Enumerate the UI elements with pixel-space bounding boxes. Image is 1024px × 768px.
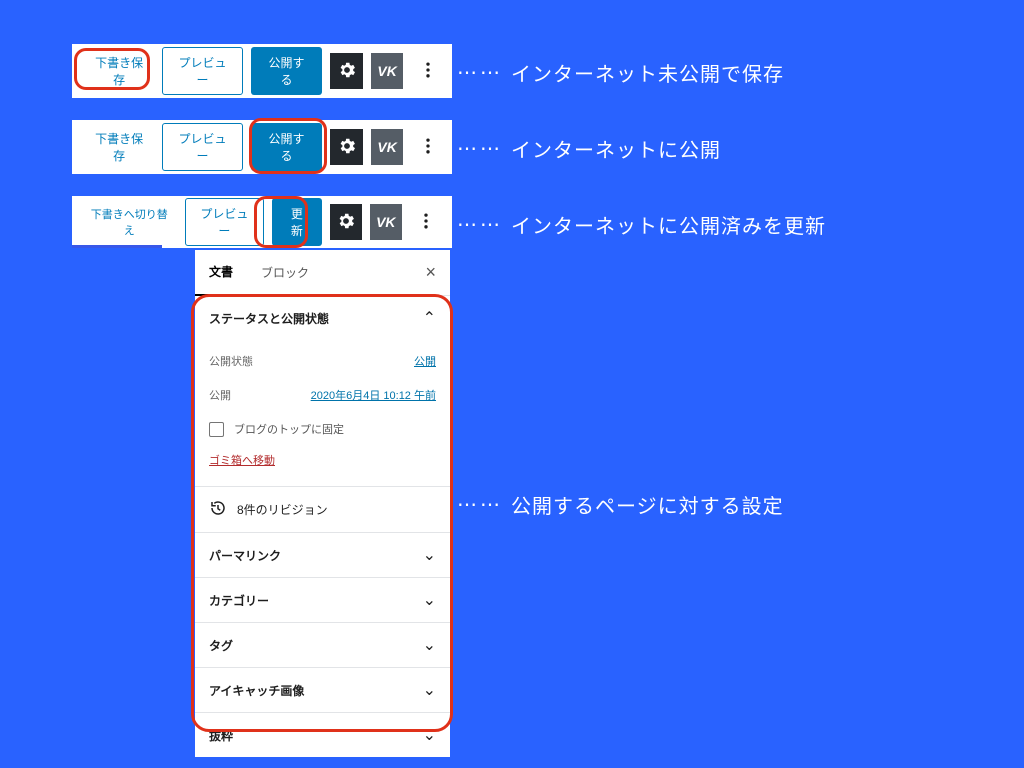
section-featured-image[interactable]: アイキャッチ画像 ⌄ (195, 667, 450, 712)
row-visibility: 公開状態 公開 (209, 344, 436, 378)
sticky-label: ブログのトップに固定 (234, 421, 344, 437)
section-title: 抜粋 (209, 727, 233, 744)
callout-row2: ⋯⋯ インターネットに公開 (457, 134, 721, 163)
chevron-down-icon: ⌄ (423, 680, 436, 700)
section-excerpt[interactable]: 抜粋 ⌄ (195, 712, 450, 757)
callout-text: インターネット未公開で保存 (511, 58, 784, 87)
section-status-body: 公開状態 公開 公開 2020年6月4日 10:12 午前 ブログのトップに固定… (195, 340, 450, 486)
publish-button[interactable]: 公開する (251, 123, 322, 171)
switch-to-draft-button[interactable]: 下書きへ切り替え (82, 200, 177, 244)
section-tags[interactable]: タグ ⌄ (195, 622, 450, 667)
chevron-down-icon: ⌄ (423, 725, 436, 745)
dots-icon (416, 211, 436, 234)
more-button[interactable] (411, 129, 444, 165)
update-button[interactable]: 更新 (272, 198, 321, 246)
vk-icon: VK (376, 214, 395, 230)
callout-row1: ⋯⋯ インターネット未公開で保存 (457, 58, 784, 87)
section-title: アイキャッチ画像 (209, 682, 304, 699)
vk-icon: VK (377, 139, 396, 155)
section-title: カテゴリー (209, 592, 269, 609)
chevron-up-icon: ⌃ (423, 308, 436, 328)
move-to-trash-link[interactable]: ゴミ箱へ移動 (209, 446, 275, 474)
section-categories[interactable]: カテゴリー ⌄ (195, 577, 450, 622)
preview-button[interactable]: プレビュー (162, 123, 242, 171)
vk-button[interactable]: VK (371, 129, 404, 165)
preview-button[interactable]: プレビュー (162, 47, 242, 95)
gear-icon (337, 60, 357, 83)
publish-button[interactable]: 公開する (251, 47, 322, 95)
settings-button[interactable] (330, 204, 362, 240)
dots-leader: ⋯⋯ (457, 60, 503, 85)
row-sticky: ブログのトップに固定 (209, 412, 436, 446)
dots-leader: ⋯⋯ (457, 492, 503, 517)
row-revisions[interactable]: 8件のリビジョン (195, 486, 450, 532)
section-status[interactable]: ステータスと公開状態 ⌃ (195, 296, 450, 340)
vk-icon: VK (377, 63, 396, 79)
save-draft-button[interactable]: 下書き保存 (84, 48, 154, 94)
callout-text: インターネットに公開済みを更新 (511, 210, 826, 239)
gear-icon (337, 136, 357, 159)
tab-block[interactable]: ブロック (247, 250, 323, 295)
section-title: タグ (209, 637, 233, 654)
callout-sidebar: ⋯⋯ 公開するページに対する設定 (457, 490, 784, 519)
row-publish-date: 公開 2020年6月4日 10:12 午前 (209, 378, 436, 412)
tab-document[interactable]: 文書 (195, 249, 247, 297)
document-sidebar: ステータスと公開状態 ⌃ 公開状態 公開 公開 2020年6月4日 10:12 … (195, 296, 450, 757)
chevron-down-icon: ⌄ (423, 545, 436, 565)
settings-button[interactable] (330, 53, 363, 89)
gear-icon (336, 211, 356, 234)
history-icon (209, 499, 227, 520)
callout-text: インターネットに公開 (511, 134, 721, 163)
dots-icon (418, 136, 438, 159)
visibility-label: 公開状態 (209, 353, 253, 369)
preview-button[interactable]: プレビュー (185, 198, 265, 246)
close-sidebar-button[interactable]: × (425, 262, 436, 283)
close-icon: × (425, 262, 436, 282)
settings-button[interactable] (330, 129, 363, 165)
vk-button[interactable]: VK (370, 204, 402, 240)
dots-leader: ⋯⋯ (457, 212, 503, 237)
chevron-down-icon: ⌄ (423, 635, 436, 655)
sticky-checkbox[interactable] (209, 422, 224, 437)
publish-date-link[interactable]: 2020年6月4日 10:12 午前 (311, 387, 436, 403)
publish-label: 公開 (209, 387, 231, 403)
sidebar-tabs: 文書 ブロック × (195, 250, 450, 296)
callout-row3: ⋯⋯ インターネットに公開済みを更新 (457, 210, 826, 239)
vk-button[interactable]: VK (371, 53, 404, 89)
visibility-value-link[interactable]: 公開 (414, 353, 436, 369)
section-title: パーマリンク (209, 547, 281, 564)
dots-icon (418, 60, 438, 83)
callout-text: 公開するページに対する設定 (511, 490, 784, 519)
section-title: ステータスと公開状態 (209, 310, 329, 327)
chevron-down-icon: ⌄ (423, 590, 436, 610)
more-button[interactable] (411, 53, 444, 89)
dots-leader: ⋯⋯ (457, 136, 503, 161)
revisions-text: 8件のリビジョン (237, 501, 328, 518)
active-tab-indicator (72, 245, 162, 248)
more-button[interactable] (410, 204, 442, 240)
section-permalink[interactable]: パーマリンク ⌄ (195, 532, 450, 577)
editor-panel: 下書きへ切り替え プレビュー 更新 VK (72, 196, 452, 248)
save-draft-button[interactable]: 下書き保存 (84, 124, 154, 170)
